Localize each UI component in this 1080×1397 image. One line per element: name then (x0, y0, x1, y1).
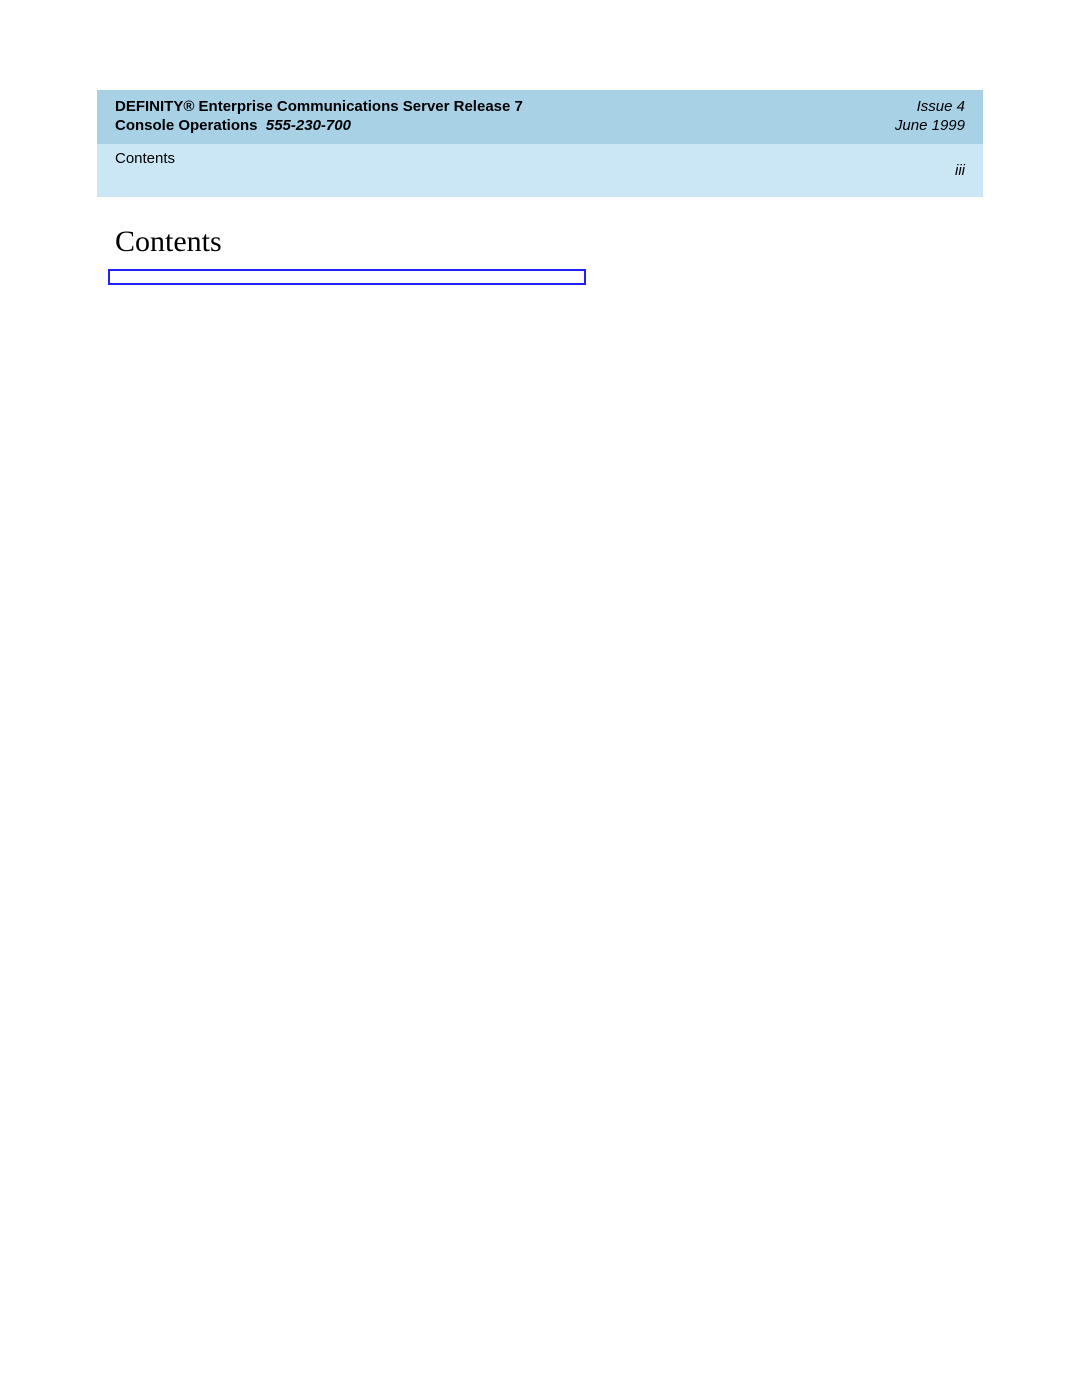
contents-heading: Contents (115, 225, 1080, 259)
document-page: DEFINITY® Enterprise Communications Serv… (0, 0, 1080, 325)
document-number: 555-230-700 (266, 117, 351, 134)
subtitle-prefix: Console Operations (115, 117, 258, 134)
page-roman: iii (955, 150, 965, 179)
section-label: Contents (115, 150, 175, 179)
issue-number: Issue 4 (917, 98, 965, 115)
sub-header-band: Contents iii (97, 144, 983, 197)
subtitle: Console Operations 555-230-700 (115, 117, 351, 134)
toc-box (108, 269, 586, 285)
issue-date: June 1999 (895, 117, 965, 134)
header-band: DEFINITY® Enterprise Communications Serv… (97, 90, 983, 144)
product-line: DEFINITY® Enterprise Communications Serv… (115, 98, 523, 115)
